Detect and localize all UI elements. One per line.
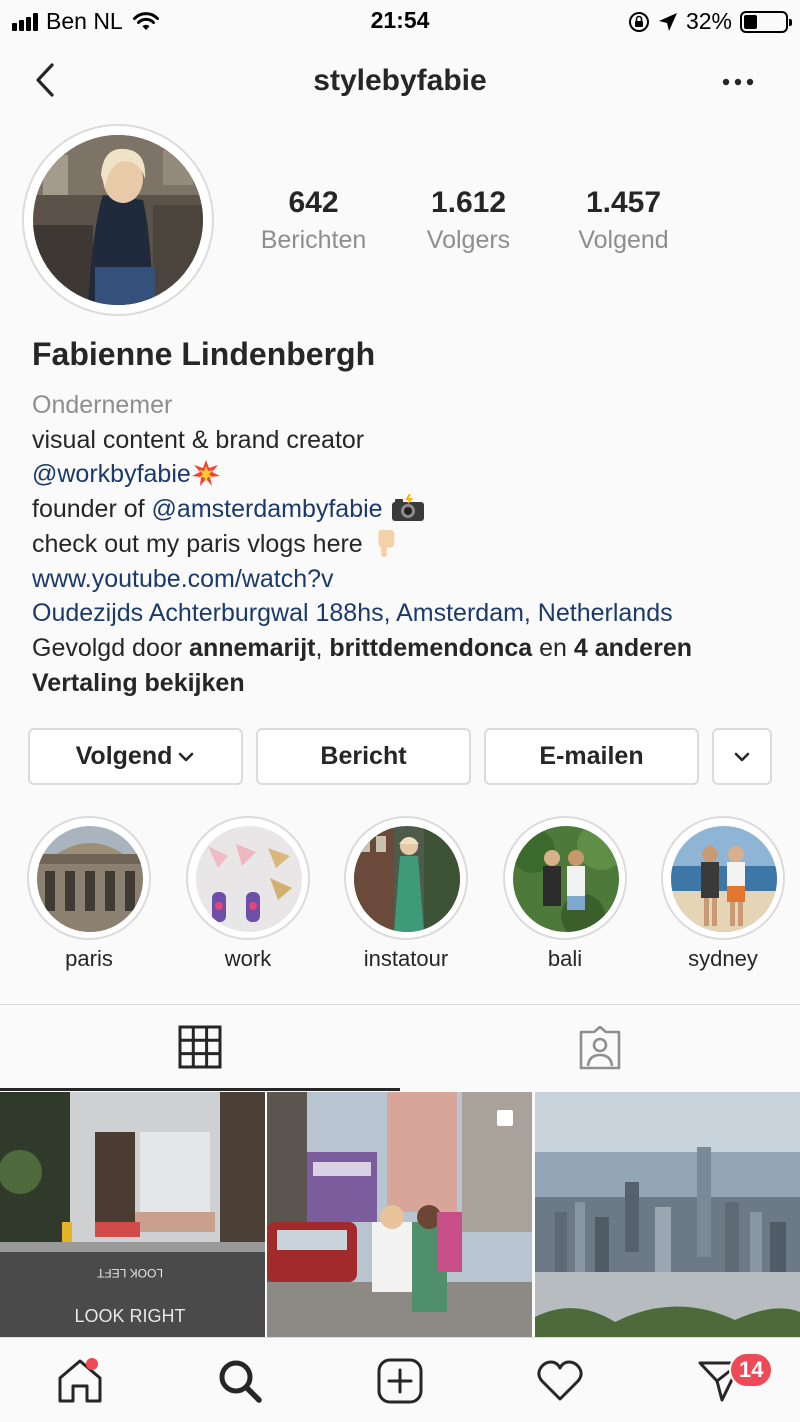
highlight-cover: [671, 826, 777, 932]
profile-category: Ondernemer: [32, 391, 173, 419]
stat-followers[interactable]: 1.612 Volgers: [391, 186, 546, 255]
post-thumbnail[interactable]: [535, 1092, 800, 1337]
highlight-cover: [354, 826, 460, 932]
location-arrow-icon: [658, 12, 677, 31]
highlight-item[interactable]: sydney: [661, 816, 785, 972]
collision-emoji-icon: [191, 460, 220, 487]
followed-by-prefix: Gevolgd door: [32, 633, 190, 662]
others-count: 4 anderen: [573, 633, 692, 662]
tab-search[interactable]: [160, 1338, 320, 1422]
highlight-ring: [503, 816, 627, 940]
highlight-label: work: [224, 946, 272, 971]
mention-link[interactable]: @amsterdambyfabie: [152, 495, 383, 523]
highlight-label: bali: [547, 946, 583, 971]
highlight-label: sydney: [688, 946, 758, 971]
highlight-ring: [344, 816, 468, 940]
bio-text: founder of: [32, 495, 152, 524]
search-icon: [219, 1360, 262, 1403]
chevron-down-icon: [179, 752, 194, 761]
grid-icon: [178, 1025, 222, 1068]
bio-text: check out my paris vlogs here: [32, 529, 363, 558]
stat-following[interactable]: 1.457 Volgend: [546, 186, 701, 255]
bio-line: visual content & brand creator: [32, 425, 365, 454]
stat-label: Volgers: [426, 226, 511, 254]
stat-label: Berichten: [260, 226, 367, 254]
profile-nav-bar: stylebyfabie: [0, 42, 800, 122]
profile-full-name: Fabienne Lindenbergh: [32, 336, 376, 372]
highlight-item[interactable]: instatour: [344, 816, 468, 972]
email-button[interactable]: E-mailen: [484, 728, 699, 785]
following-button[interactable]: Volgend: [28, 728, 243, 785]
tab-new-post[interactable]: [320, 1338, 480, 1422]
website-link[interactable]: www.youtube.com/watch?v: [32, 562, 782, 597]
profile-bio: Ondernemer visual content & brand creato…: [32, 388, 782, 700]
tab-home[interactable]: [0, 1338, 160, 1422]
new-post-icon: [377, 1358, 423, 1403]
translate-link[interactable]: Vertaling bekijken: [32, 666, 782, 701]
status-right: 32%: [628, 8, 792, 35]
highlight-label: paris: [65, 946, 113, 971]
profile-actions: Volgend Bericht E-mailen: [28, 728, 772, 785]
stat-value: 1.612: [430, 186, 507, 219]
notification-dot: [86, 1358, 98, 1370]
direct-badge: 14: [729, 1352, 774, 1388]
pointing-down-emoji-icon: [378, 529, 394, 557]
tab-direct[interactable]: 14: [640, 1338, 800, 1422]
highlight-cover: [513, 826, 619, 932]
highlight-ring: [186, 816, 310, 940]
svg-text:LOOK RIGHT: LOOK RIGHT: [74, 1306, 185, 1326]
post-thumbnail[interactable]: LOOK LEFT LOOK RIGHT: [0, 1092, 265, 1337]
stat-posts[interactable]: 642 Berichten: [236, 186, 391, 255]
bio-line: check out my paris vlogs here: [32, 527, 782, 562]
separator: ,: [315, 633, 330, 662]
profile-tabs: [0, 1004, 800, 1091]
bottom-tab-bar: 14: [0, 1337, 800, 1422]
follower-username: brittdemendonca: [329, 633, 533, 662]
email-label: E-mailen: [539, 742, 644, 770]
posts-grid: LOOK LEFT LOOK RIGHT: [0, 1092, 800, 1337]
follower-username: annemarijt: [189, 633, 316, 662]
mention-link[interactable]: @workbyfabie: [32, 460, 191, 488]
svg-text:LOOK LEFT: LOOK LEFT: [96, 1266, 163, 1280]
story-highlights: paris work instatour bali sydney: [0, 816, 800, 976]
message-button[interactable]: Bericht: [256, 728, 471, 785]
profile-stats: 642 Berichten 1.612 Volgers 1.457 Volgen…: [236, 186, 776, 255]
stat-value: 1.457: [585, 186, 662, 219]
chevron-down-icon: [734, 752, 750, 761]
tab-grid[interactable]: [0, 1005, 400, 1091]
highlight-cover: [37, 826, 143, 932]
camera-flash-emoji-icon: [391, 494, 424, 522]
highlight-item[interactable]: work: [186, 816, 310, 972]
tagged-person-icon: [579, 1026, 621, 1070]
bio-line: @workbyfabie: [32, 457, 782, 492]
message-label: Bericht: [320, 742, 407, 770]
battery-percent: 32%: [685, 8, 732, 34]
highlight-label: instatour: [363, 946, 449, 971]
status-bar: Ben NL 21:54 32%: [0, 0, 800, 42]
highlight-ring: [661, 816, 785, 940]
avatar[interactable]: [33, 135, 203, 305]
stat-label: Volgend: [578, 226, 669, 254]
profile-username: stylebyfabie: [313, 64, 487, 97]
bio-line: founder of @amsterdambyfabie: [32, 492, 782, 527]
activity-heart-icon: [537, 1360, 583, 1400]
following-label: Volgend: [75, 742, 173, 770]
highlight-item[interactable]: bali: [503, 816, 627, 972]
profile-avatar-ring[interactable]: [22, 124, 214, 316]
conjunction: en: [532, 633, 574, 662]
tab-activity[interactable]: [480, 1338, 640, 1422]
post-thumbnail[interactable]: [267, 1092, 532, 1337]
followed-by[interactable]: Gevolgd door annemarijt, brittdemendonca…: [32, 631, 782, 666]
stat-value: 642: [288, 186, 339, 219]
more-dots-icon[interactable]: [720, 72, 756, 92]
highlight-cover: [196, 826, 302, 932]
highlight-ring: [27, 816, 151, 940]
tab-tagged[interactable]: [400, 1005, 800, 1091]
address-link[interactable]: Oudezijds Achterburgwal 188hs, Amsterdam…: [32, 596, 782, 631]
suggested-accounts-button[interactable]: [712, 728, 772, 785]
highlight-item[interactable]: paris: [27, 816, 151, 972]
battery-icon: [740, 10, 792, 33]
orientation-lock-icon: [628, 11, 649, 32]
